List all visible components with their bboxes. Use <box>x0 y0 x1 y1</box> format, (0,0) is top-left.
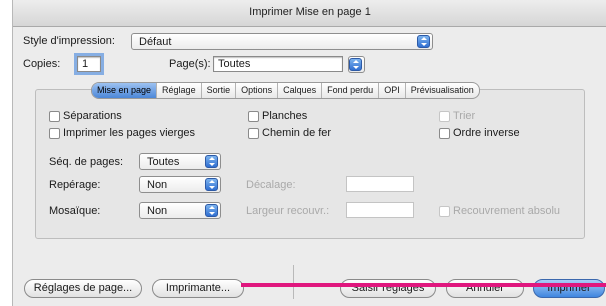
copies-value: 1 <box>82 58 89 70</box>
popup-arrows-icon <box>205 204 218 217</box>
button-separator <box>293 265 294 299</box>
tab-mise-en-page[interactable]: Mise en page <box>92 83 158 98</box>
blank-pages-label: Imprimer les pages vierges <box>63 127 196 139</box>
trier-label: Trier <box>453 110 476 122</box>
sequence-value: Toutes <box>147 156 180 168</box>
tab-opi[interactable]: OPI <box>379 83 406 98</box>
pages-menu-button[interactable] <box>348 56 365 73</box>
registration-label: Repérage: <box>49 179 101 191</box>
tab-calques[interactable]: Calques <box>278 83 323 98</box>
print-style-label: Style d'impression: <box>23 35 115 47</box>
overlap-field[interactable] <box>346 202 414 218</box>
planches-label: Planches <box>262 110 308 122</box>
cancel-button[interactable]: Annuler <box>446 279 524 298</box>
pages-label: Page(s): <box>169 58 211 70</box>
print-style-value: Défaut <box>139 36 172 48</box>
print-dialog: Imprimer Mise en page 1 Style d'impressi… <box>12 0 606 306</box>
registration-popup[interactable]: Non <box>139 176 221 193</box>
tab-fond-perdu[interactable]: Fond perdu <box>322 83 380 98</box>
tab-bar: Mise en page Réglage Sortie Options Calq… <box>91 82 480 99</box>
absolute-overlap-checkbox[interactable] <box>439 206 450 217</box>
tab-previsualisation[interactable]: Prévisualisation <box>406 83 479 98</box>
reverse-order-checkbox[interactable] <box>439 128 450 139</box>
print-button[interactable]: Imprimer <box>533 279 605 298</box>
tiling-label: Mosaïque: <box>49 205 101 217</box>
absolute-overlap-label: Recouvrement absolu <box>453 205 561 217</box>
capture-settings-button[interactable]: Saisir réglages <box>340 279 436 298</box>
trier-checkbox[interactable] <box>439 111 450 122</box>
print-style-popup[interactable]: Défaut <box>131 33 433 50</box>
offset-label: Décalage: <box>246 179 296 191</box>
tab-reglage[interactable]: Réglage <box>157 83 202 98</box>
chemin-de-fer-checkbox[interactable] <box>248 128 259 139</box>
page-setup-button[interactable]: Réglages de page... <box>24 279 142 298</box>
highlight-line <box>241 283 606 287</box>
registration-value: Non <box>147 179 168 191</box>
chemin-de-fer-label: Chemin de fer <box>262 127 332 139</box>
popup-arrows-icon <box>349 58 362 71</box>
popup-arrows-icon <box>205 155 218 168</box>
title-bar: Imprimer Mise en page 1 <box>13 0 606 27</box>
offset-field[interactable] <box>346 176 414 192</box>
blank-pages-checkbox[interactable] <box>49 128 60 139</box>
printer-button[interactable]: Imprimante... <box>152 279 244 298</box>
tiling-value: Non <box>147 205 168 217</box>
popup-arrows-icon <box>205 178 218 191</box>
tab-options[interactable]: Options <box>236 83 279 98</box>
overlap-label: Largeur recouvr.: <box>246 205 330 217</box>
popup-arrows-icon <box>417 35 430 48</box>
sequence-popup[interactable]: Toutes <box>139 153 221 170</box>
window-title: Imprimer Mise en page 1 <box>249 6 371 18</box>
copies-field[interactable]: 1 <box>74 53 104 75</box>
separations-checkbox[interactable] <box>49 111 60 122</box>
reverse-order-label: Ordre inverse <box>453 127 520 139</box>
planches-checkbox[interactable] <box>248 111 259 122</box>
separations-label: Séparations <box>63 110 122 122</box>
pages-value: Toutes <box>218 58 251 70</box>
sequence-label: Séq. de pages: <box>49 156 124 168</box>
tiling-popup[interactable]: Non <box>139 202 221 219</box>
tab-sortie[interactable]: Sortie <box>202 83 237 98</box>
copies-label: Copies: <box>23 58 61 70</box>
pages-field[interactable]: Toutes <box>213 56 343 72</box>
